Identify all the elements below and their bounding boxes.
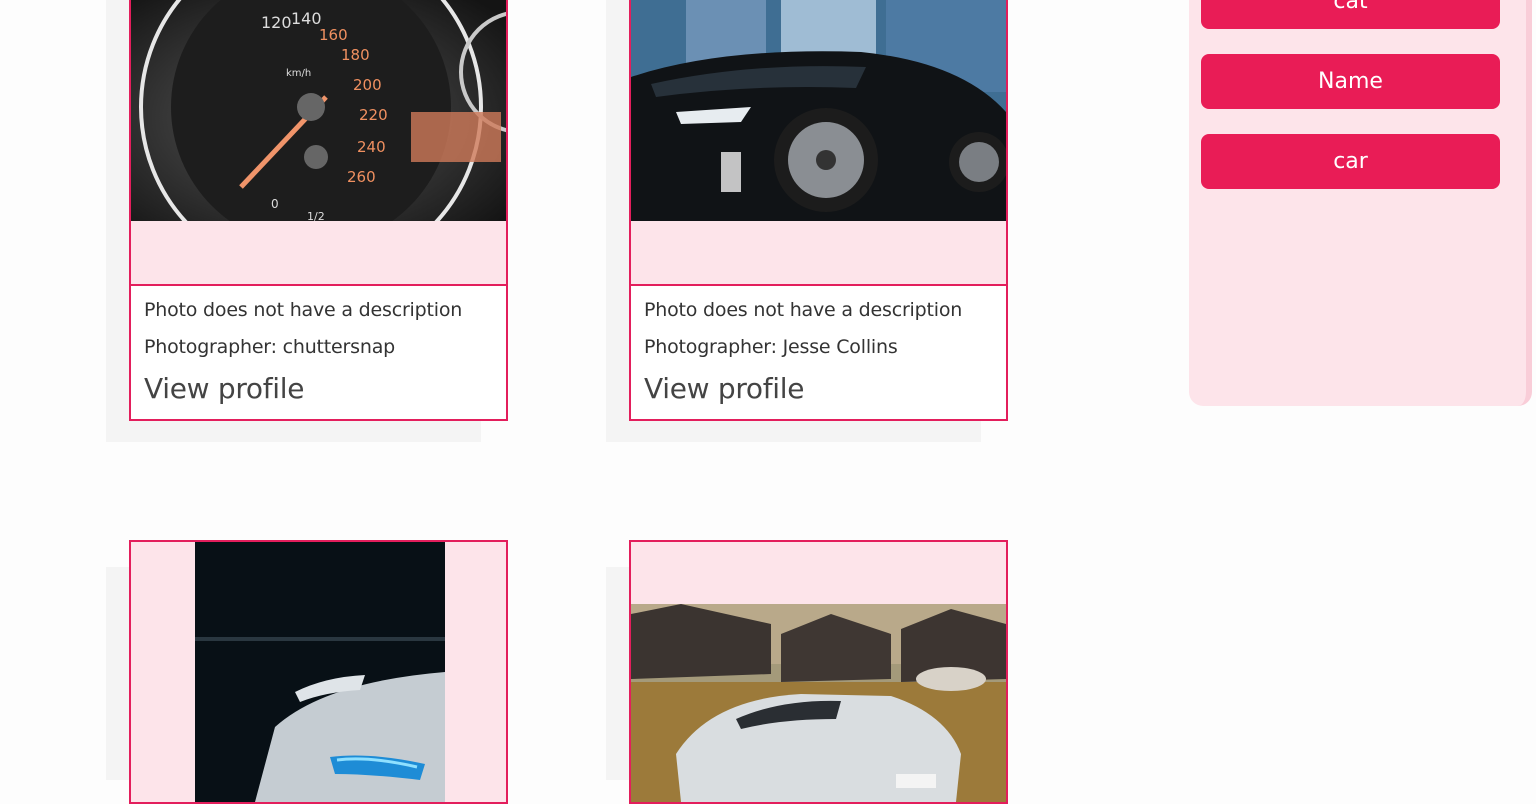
gauge-label: 200 bbox=[353, 76, 382, 94]
gauge-label: 220 bbox=[359, 106, 388, 124]
photo-card: Photo does not have a description Photog… bbox=[629, 0, 1008, 421]
black-car-photo[interactable] bbox=[631, 0, 1006, 221]
gauge-label: 240 bbox=[357, 138, 386, 156]
photo-description: Photo does not have a description bbox=[644, 299, 963, 321]
gauge-label: 120 bbox=[261, 13, 292, 32]
view-profile-link[interactable]: View profile bbox=[144, 372, 305, 405]
photographer-name: Photographer: chuttersnap bbox=[144, 336, 395, 358]
card-info: Photo does not have a description Photog… bbox=[631, 284, 1006, 419]
gauge-label: 0 bbox=[271, 197, 279, 211]
photographer-name: Photographer: Jesse Collins bbox=[644, 336, 898, 358]
card-info: Photo does not have a description Photog… bbox=[131, 284, 506, 419]
gauge-label: 260 bbox=[347, 168, 376, 186]
photo-card: 120 140 160 180 200 220 240 260 km/h 0 1… bbox=[129, 0, 508, 421]
tag-button-name[interactable]: Name bbox=[1201, 54, 1500, 109]
speedometer-photo[interactable]: 120 140 160 180 200 220 240 260 km/h 0 1… bbox=[131, 0, 506, 221]
gauge-label: 180 bbox=[341, 46, 370, 64]
white-car-headlight-photo[interactable] bbox=[195, 542, 445, 802]
gauge-label: 140 bbox=[291, 9, 322, 28]
tag-button-car[interactable]: car bbox=[1201, 134, 1500, 189]
photo-card bbox=[629, 540, 1008, 804]
gauge-label: 1/2 bbox=[307, 210, 325, 221]
photo-card bbox=[129, 540, 508, 804]
gauge-label: 160 bbox=[319, 26, 348, 44]
view-profile-link[interactable]: View profile bbox=[644, 372, 805, 405]
photo-description: Photo does not have a description bbox=[144, 299, 463, 321]
silver-sportscar-photo[interactable] bbox=[631, 604, 1006, 802]
tag-button-cat[interactable]: cat bbox=[1201, 0, 1500, 29]
gauge-label: km/h bbox=[286, 68, 311, 79]
